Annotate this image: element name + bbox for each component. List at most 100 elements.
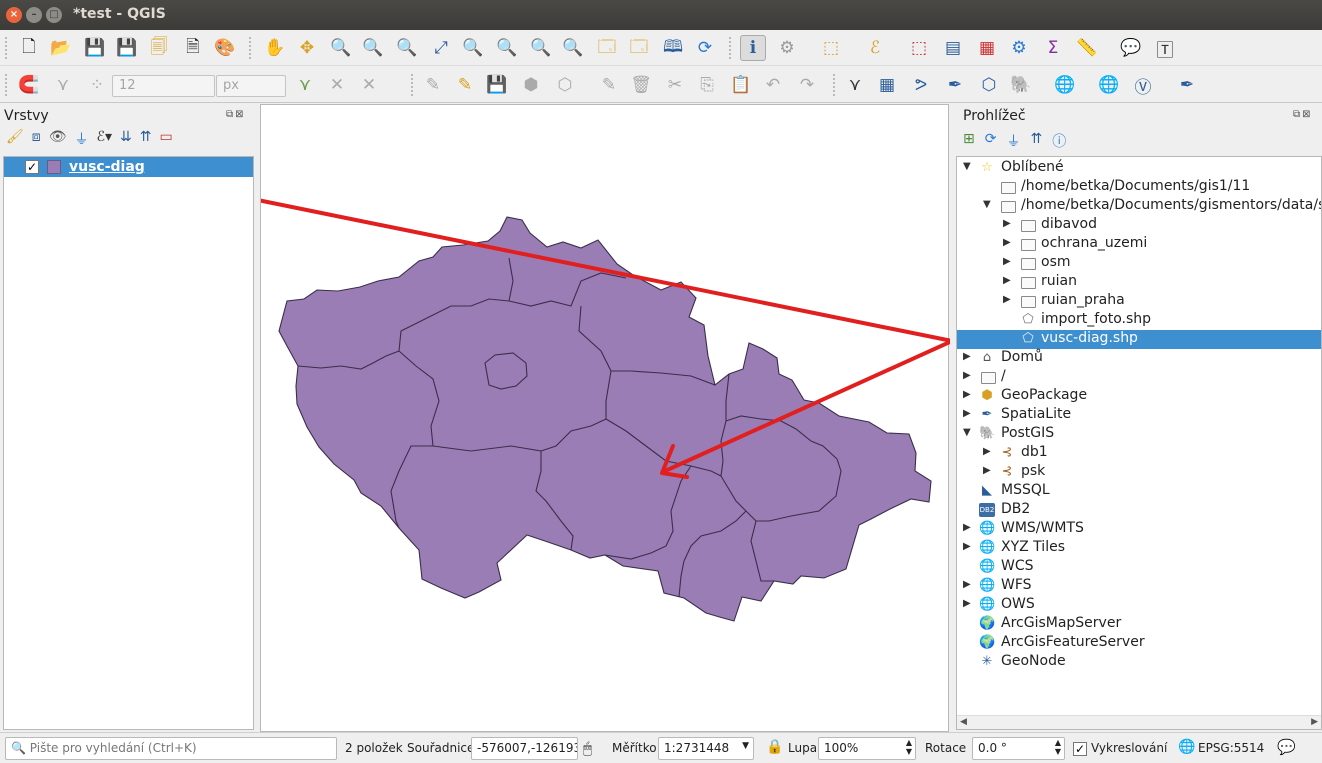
map-tips-icon[interactable]: 💬 <box>1118 35 1144 61</box>
browser-item-connection[interactable]: ▶ ⊰ psk <box>957 463 1321 482</box>
save-as-icon[interactable]: 💾 <box>114 35 140 61</box>
snap-tolerance-input[interactable]: 12 <box>112 75 215 97</box>
browser-item-favorite-path[interactable]: /home/betka/Documents/gis1/11 <box>957 178 1321 197</box>
avoid-overlap-icon[interactable]: ✕ <box>356 72 382 98</box>
refresh-icon[interactable]: ⟳ <box>692 35 718 61</box>
browser-item-postgis[interactable]: ▼ 🐘 PostGIS <box>957 425 1321 444</box>
add-virtual-layer-icon[interactable]: Ⓥ <box>1130 72 1156 98</box>
layer-visibility-checkbox[interactable]: ✓ <box>25 160 39 174</box>
select-features-icon[interactable]: ⬚ <box>818 35 844 61</box>
browser-item-mssql[interactable]: ◣ MSSQL <box>957 482 1321 501</box>
toolbar-grip[interactable] <box>4 36 8 60</box>
dock-float-close-icon[interactable]: ⧉⊠ <box>1293 109 1313 120</box>
bookmark-icon[interactable]: 🕮 <box>660 35 686 61</box>
cut-features-icon[interactable]: ✂ <box>662 72 688 98</box>
measure-icon[interactable]: 📏 <box>1074 35 1100 61</box>
messages-icon[interactable]: 💬 <box>1277 738 1296 756</box>
browser-item-shapefile[interactable]: ⬠ import_foto.shp <box>957 311 1321 330</box>
redo-icon[interactable]: ↷ <box>794 72 820 98</box>
info-icon[interactable]: ⓘ <box>1052 131 1066 151</box>
zoom-next-icon[interactable]: 🔍 <box>560 35 586 61</box>
snap-unit-select[interactable]: px <box>216 75 286 97</box>
toggle-extents-icon[interactable]: 🖱 <box>583 739 592 757</box>
scale-combobox[interactable]: 1:2731448 ▼ <box>658 737 754 760</box>
lock-icon[interactable]: 🔒 <box>766 739 783 755</box>
run-action-icon[interactable]: ⚙ <box>774 35 800 61</box>
map-canvas[interactable] <box>260 104 950 732</box>
open-project-icon[interactable]: 📂 <box>48 35 74 61</box>
layer-item-vusc-diag[interactable]: ✓ vusc-diag <box>4 157 253 177</box>
new-spatialite-layer-icon[interactable]: ᕗ <box>908 72 934 98</box>
rotation-spinbox[interactable]: 0.0 ° ▲ ▼ <box>972 737 1065 760</box>
browser-item-wms[interactable]: ▶ 🌐 WMS/WMTS <box>957 520 1321 539</box>
deselect-icon[interactable]: ⬚ <box>906 35 932 61</box>
processing-toolbox-icon[interactable]: ⚙ <box>1006 35 1032 61</box>
new-shapefile-layer-icon[interactable]: ⋎ <box>842 72 868 98</box>
add-wfs-layer-icon[interactable]: 🌐 <box>1096 72 1122 98</box>
zoom-last-icon[interactable]: 🔍 <box>528 35 554 61</box>
add-wms-layer-icon[interactable]: 🌐 <box>1052 72 1078 98</box>
browser-item-shapefile-selected[interactable]: ⬠ vusc-diag.shp <box>957 330 1321 349</box>
zoom-to-selection-icon[interactable]: 🔍 <box>460 35 486 61</box>
snap-vertex-icon[interactable]: ⋎ <box>50 72 76 98</box>
pan-icon[interactable]: ✋ <box>262 35 288 61</box>
browser-item-home[interactable]: ▶ ⌂ Domů <box>957 349 1321 368</box>
crs-status[interactable]: EPSG:5514 <box>1198 741 1264 755</box>
scroll-right-icon[interactable]: ▶ <box>1311 717 1318 727</box>
collapse-all-icon[interactable]: ⇈ <box>1030 131 1042 151</box>
zoom-to-layer-icon[interactable]: 🔍 <box>494 35 520 61</box>
browser-item-favorite-path[interactable]: ▼ /home/betka/Documents/gismentors/data/… <box>957 197 1321 216</box>
browser-item-root[interactable]: ▶ / <box>957 368 1321 387</box>
horizontal-scrollbar[interactable]: ◀ ▶ <box>957 715 1321 729</box>
zoom-out-icon[interactable]: 🔍 <box>360 35 386 61</box>
layout-manager-icon[interactable]: 🗎 <box>180 35 206 61</box>
undo-icon[interactable]: ↶ <box>760 72 786 98</box>
browser-item-folder[interactable]: ▶ ruian_praha <box>957 292 1321 311</box>
toolbar-grip[interactable] <box>4 73 8 97</box>
statistical-summary-icon[interactable]: Σ <box>1040 35 1066 61</box>
dock-float-close-icon[interactable]: ⧉⊠ <box>226 109 246 120</box>
browser-item-wcs[interactable]: 🌐 WCS <box>957 558 1321 577</box>
magnifier-spinbox[interactable]: 100% ▲ ▼ <box>818 737 916 760</box>
intersection-icon[interactable]: ✕ <box>324 72 350 98</box>
collapse-all-icon[interactable]: ⇈ <box>140 129 152 149</box>
snapping-magnet-icon[interactable]: 🧲 <box>16 72 42 98</box>
visibility-eye-icon[interactable]: 👁 <box>49 129 67 149</box>
browser-item-db2[interactable]: DB2 DB2 <box>957 501 1321 520</box>
crs-globe-icon[interactable]: 🌐 <box>1178 739 1195 755</box>
new-map-view-icon[interactable]: 🗔 <box>594 35 620 61</box>
attribute-table-icon[interactable]: ▤ <box>940 35 966 61</box>
locator-search-input[interactable]: 🔍 Pište pro vyhledání (Ctrl+K) <box>5 737 337 760</box>
scroll-left-icon[interactable]: ◀ <box>960 717 967 727</box>
topological-editing-icon[interactable]: ⋎ <box>292 72 318 98</box>
new-project-icon[interactable]: 🗋 <box>16 35 42 61</box>
paste-features-icon[interactable]: 📋 <box>728 72 754 98</box>
coordinate-field[interactable]: -576007,-1261935 <box>471 737 578 760</box>
browser-item-folder[interactable]: ▶ ochrana_uzemi <box>957 235 1321 254</box>
remove-layer-icon[interactable]: ▭ <box>159 129 172 149</box>
copy-features-icon[interactable]: ⎘ <box>694 72 720 98</box>
new-geopackage-layer-icon[interactable]: ▦ <box>874 72 900 98</box>
style-paint-icon[interactable]: 🖌 <box>6 129 24 149</box>
browser-item-ows[interactable]: ▶ 🌐 OWS <box>957 596 1321 615</box>
browser-item-spatialite[interactable]: ▶ ✒ SpatiaLite <box>957 406 1321 425</box>
style-manager-icon[interactable]: 🎨 <box>212 35 238 61</box>
new-print-layout-icon[interactable]: 🗐 <box>146 35 172 61</box>
browser-item-geonode[interactable]: ✳ GeoNode <box>957 653 1321 672</box>
add-vector-layer-icon[interactable]: ⬡ <box>976 72 1002 98</box>
browser-item-arcgis-map[interactable]: 🌍 ArcGisMapServer <box>957 615 1321 634</box>
refresh-icon[interactable]: ⟳ <box>985 131 997 151</box>
filter-expression-icon[interactable]: ℰ▾ <box>96 129 112 149</box>
browser-item-favorites[interactable]: ▼ ☆ Oblíbené <box>957 159 1321 178</box>
identify-features-icon[interactable]: ℹ <box>740 35 766 61</box>
zoom-native-icon[interactable]: 🔍 <box>394 35 420 61</box>
text-annotation-icon[interactable]: 🅃 <box>1152 35 1178 61</box>
toggle-editing-icon[interactable]: ✎ <box>452 72 478 98</box>
snap-tolerance-icon[interactable]: ⁘ <box>84 72 110 98</box>
browser-item-geopackage[interactable]: ▶ ⬢ GeoPackage <box>957 387 1321 406</box>
delete-selected-icon[interactable]: 🗑 <box>628 72 654 98</box>
browser-item-folder[interactable]: ▶ osm <box>957 254 1321 273</box>
save-edits-icon[interactable]: 💾 <box>484 72 510 98</box>
browser-item-connection[interactable]: ▶ ⊰ db1 <box>957 444 1321 463</box>
select-by-expression-icon[interactable]: ℰ <box>862 35 888 61</box>
